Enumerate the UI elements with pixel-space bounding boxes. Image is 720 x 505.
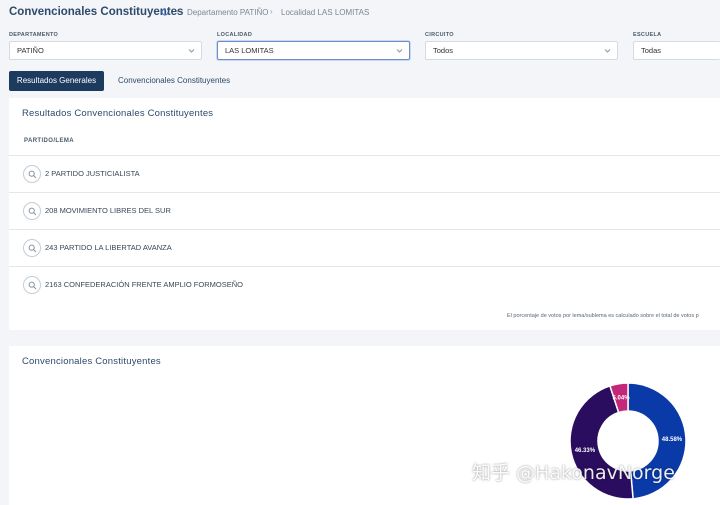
circuito-label: CIRCUITO [425,32,454,38]
localidad-label: LOCALIDAD [217,32,253,38]
donut-data-label: 48.58% [662,437,683,443]
tab-convencionales-constituyentes[interactable]: Convencionales Constituyentes [118,71,230,91]
search-icon[interactable] [23,239,41,257]
breadcrumb-departamento[interactable]: Departamento PATIÑO [187,8,269,17]
watermark: 知乎 @HakonavNorge [472,462,675,484]
chevron-right-icon: › [270,7,273,16]
column-header-partido: PARTIDO/LEMA [24,138,75,144]
donut-data-label: 5.04% [613,396,631,402]
escuela-select[interactable]: Todas [633,41,720,60]
page-title: Convencionales Constituyentes [9,6,184,18]
tab-resultados-generales[interactable]: Resultados Generales [9,71,104,91]
footnote: El porcentaje de votos por lema/sublema … [507,313,699,319]
breadcrumb-localidad[interactable]: Localidad LAS LOMITAS [281,8,369,17]
results-title: Resultados Convencionales Constituyentes [22,108,214,119]
search-icon[interactable] [23,165,41,183]
escuela-label: ESCUELA [633,32,662,38]
chevron-right-icon: › [176,7,179,16]
party-name: 2163 CONFEDERACIÓN FRENTE AMPLIO FORMOSE… [45,280,243,289]
chevron-down-icon [188,49,195,53]
escuela-value: Todas [641,46,662,55]
localidad-select[interactable]: LAS LOMITAS [217,41,410,60]
circuito-select[interactable]: Todos [425,41,618,60]
refresh-icon[interactable] [160,7,170,17]
chevron-down-icon [604,49,611,53]
page-header: Convencionales Constituyentes › Departam… [0,0,720,28]
localidad-value: LAS LOMITAS [225,46,274,55]
chevron-down-icon [396,49,403,53]
departamento-value: PATIÑO [17,46,44,55]
table-row[interactable]: 2163 CONFEDERACIÓN FRENTE AMPLIO FORMOSE… [9,266,720,303]
tabs: Resultados Generales Convencionales Cons… [0,70,720,94]
party-name: 208 MOVIMIENTO LIBRES DEL SUR [45,206,171,215]
departamento-select[interactable]: PATIÑO [9,41,202,60]
table-row[interactable]: 208 MOVIMIENTO LIBRES DEL SUR [9,192,720,229]
search-icon[interactable] [23,276,41,294]
results-card: Resultados Convencionales Constituyentes… [9,98,720,330]
chart-title: Convencionales Constituyentes [22,356,161,367]
table-row[interactable]: 2 PARTIDO JUSTICIALISTA [9,155,720,192]
donut-data-label: 46.33% [575,448,596,454]
filters-bar: DEPARTAMENTO PATIÑO LOCALIDAD LAS LOMITA… [0,28,720,64]
party-name: 243 PARTIDO LA LIBERTAD AVANZA [45,243,172,252]
party-name: 2 PARTIDO JUSTICIALISTA [45,169,140,178]
table-row[interactable]: 243 PARTIDO LA LIBERTAD AVANZA [9,229,720,266]
search-icon[interactable] [23,202,41,220]
circuito-value: Todos [433,46,454,55]
departamento-label: DEPARTAMENTO [9,32,59,38]
